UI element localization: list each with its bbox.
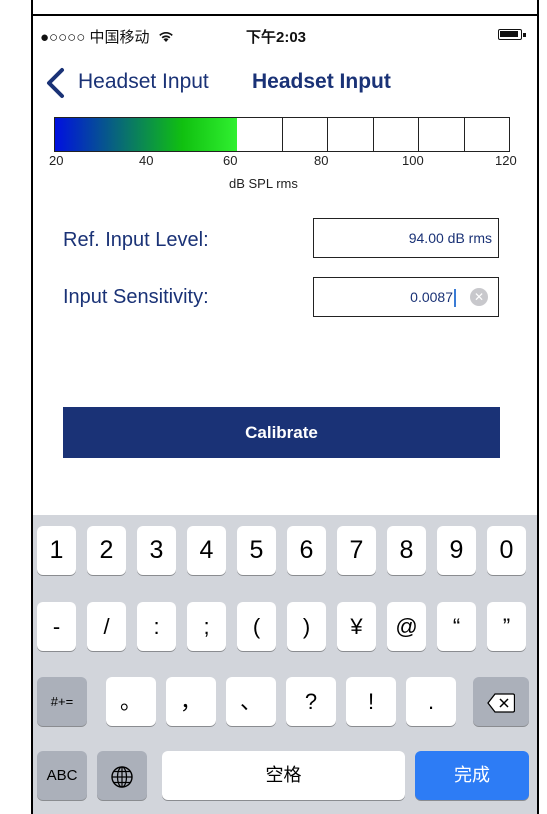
globe-icon — [111, 766, 133, 788]
key-more-symbols[interactable]: #+= — [37, 677, 87, 726]
key-slash[interactable]: / — [87, 602, 126, 651]
key-7[interactable]: 7 — [337, 526, 376, 575]
meter-segment — [283, 118, 328, 151]
key-period-cn[interactable]: 。 — [106, 677, 156, 726]
key-open-quote[interactable]: “ — [437, 602, 476, 651]
meter-tick: 80 — [314, 153, 329, 168]
key-open-paren[interactable]: ( — [237, 602, 276, 651]
key-2[interactable]: 2 — [87, 526, 126, 575]
meter-segment — [237, 118, 283, 151]
key-question[interactable]: ? — [286, 677, 336, 726]
input-sensitivity-label: Input Sensitivity: — [63, 286, 209, 308]
meter-tick: 120 — [495, 153, 517, 168]
key-6[interactable]: 6 — [287, 526, 326, 575]
ref-input-level-value: 94.00 dB rms — [408, 230, 492, 246]
level-meter-fill — [55, 118, 237, 151]
key-at[interactable]: @ — [387, 602, 426, 651]
clear-text-icon[interactable]: ✕ — [470, 288, 488, 306]
key-period[interactable]: . — [406, 677, 456, 726]
ref-input-level-field[interactable]: 94.00 dB rms — [313, 218, 499, 258]
meter-tick: 40 — [139, 153, 154, 168]
meter-segment — [419, 118, 465, 151]
key-semicolon[interactable]: ; — [187, 602, 226, 651]
battery-icon — [498, 29, 526, 40]
globe-key[interactable] — [97, 751, 147, 800]
navigation-bar: Headset Input Headset Input — [38, 62, 528, 102]
keyboard: 1 2 3 4 5 6 7 8 9 0 - / : ; ( ) ¥ @ “ ” … — [33, 515, 537, 814]
input-sensitivity-value: 0.0087 — [410, 289, 456, 308]
key-5[interactable]: 5 — [237, 526, 276, 575]
key-exclaim[interactable]: ! — [346, 677, 396, 726]
carrier-label: ●○○○○ 中国移动 — [40, 26, 174, 47]
key-close-paren[interactable]: ) — [287, 602, 326, 651]
key-9[interactable]: 9 — [437, 526, 476, 575]
status-bar: ●○○○○ 中国移动 下午2:03 — [38, 24, 528, 50]
key-enum-comma[interactable]: 、 — [226, 677, 276, 726]
key-abc[interactable]: ABC — [37, 751, 87, 800]
level-meter — [54, 117, 510, 152]
chevron-left-icon[interactable] — [42, 66, 70, 100]
calibrate-button[interactable]: Calibrate — [63, 407, 500, 458]
key-8[interactable]: 8 — [387, 526, 426, 575]
meter-segment — [328, 118, 374, 151]
meter-unit-label: dB SPL rms — [229, 176, 298, 191]
key-colon[interactable]: : — [137, 602, 176, 651]
frame-border-top — [31, 14, 539, 16]
done-key[interactable]: 完成 — [415, 751, 529, 800]
meter-tick: 60 — [223, 153, 238, 168]
backspace-icon — [487, 693, 516, 713]
meter-tick: 20 — [49, 153, 64, 168]
space-key[interactable]: 空格 — [162, 751, 405, 800]
meter-segment — [465, 118, 510, 151]
key-close-quote[interactable]: ” — [487, 602, 526, 651]
frame-border-right — [537, 0, 539, 814]
status-time: 下午2:03 — [246, 29, 307, 46]
key-0[interactable]: 0 — [487, 526, 526, 575]
ref-input-level-label: Ref. Input Level: — [63, 229, 209, 251]
page-title: Headset Input — [252, 70, 391, 93]
key-hyphen[interactable]: - — [37, 602, 76, 651]
back-button[interactable]: Headset Input — [78, 70, 209, 94]
key-4[interactable]: 4 — [187, 526, 226, 575]
meter-tick: 100 — [402, 153, 424, 168]
key-comma-cn[interactable]: ， — [166, 677, 216, 726]
meter-segment — [374, 118, 419, 151]
wifi-icon — [158, 31, 173, 42]
key-1[interactable]: 1 — [37, 526, 76, 575]
key-yen[interactable]: ¥ — [337, 602, 376, 651]
text-caret — [454, 289, 456, 308]
input-sensitivity-field[interactable]: 0.0087 ✕ — [313, 277, 499, 317]
key-3[interactable]: 3 — [137, 526, 176, 575]
backspace-key[interactable] — [473, 677, 529, 726]
